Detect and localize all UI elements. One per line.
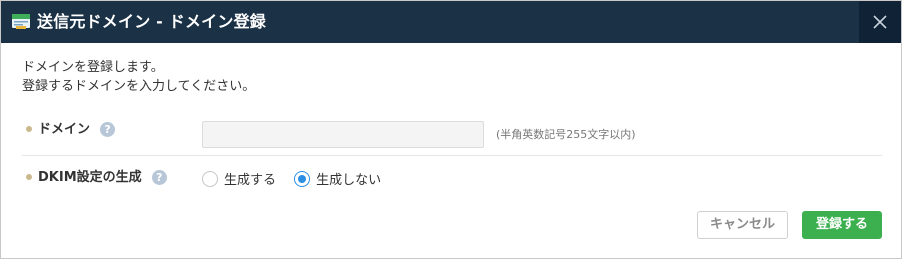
domain-register-dialog: 送信元ドメイン - ドメイン登録 ドメインを登録します。 登録するドメインを入力… <box>0 0 902 259</box>
close-button[interactable] <box>859 1 901 43</box>
radio-circle-no-generate[interactable] <box>294 170 311 187</box>
domain-label: ドメイン? <box>22 121 116 139</box>
radio-circle-generate[interactable] <box>202 170 218 187</box>
dkim-radio-group: 生成する 生成しない <box>202 169 395 188</box>
description-line-1: ドメインを登録します。 <box>22 60 164 75</box>
help-icon[interactable]: ? <box>100 122 116 137</box>
description-line-2: 登録するドメインを入力してください。 <box>22 79 256 94</box>
dialog-title: 送信元ドメイン - ドメイン登録 <box>37 12 266 31</box>
radio-no-generate-label: 生成しない <box>316 173 382 188</box>
radio-generate-label: 生成する <box>224 173 277 188</box>
domain-hint: (半角英数記号255文字以内) <box>496 128 636 141</box>
dkim-label: DKIM設定の生成? <box>22 169 167 187</box>
cancel-button[interactable]: キャンセル <box>697 211 788 239</box>
help-icon[interactable]: ? <box>151 170 167 185</box>
domain-input[interactable] <box>202 121 484 148</box>
radio-no-generate[interactable]: 生成しない <box>294 169 381 188</box>
register-button[interactable]: 登録する <box>802 211 882 239</box>
domain-row: ドメイン? (半角英数記号255文字以内) <box>22 113 882 156</box>
dkim-label-text: DKIM設定の生成 <box>38 170 142 185</box>
dialog-description: ドメインを登録します。 登録するドメインを入力してください。 <box>22 58 255 96</box>
dkim-row: DKIM設定の生成? 生成する 生成しない <box>22 161 882 197</box>
dialog-titlebar: 送信元ドメイン - ドメイン登録 <box>1 1 901 43</box>
close-icon <box>873 15 887 29</box>
bullet-dot <box>26 125 32 132</box>
bullet-dot <box>26 173 32 180</box>
domain-register-icon <box>11 12 31 30</box>
radio-generate[interactable]: 生成する <box>202 169 276 188</box>
domain-label-text: ドメイン <box>38 122 91 137</box>
